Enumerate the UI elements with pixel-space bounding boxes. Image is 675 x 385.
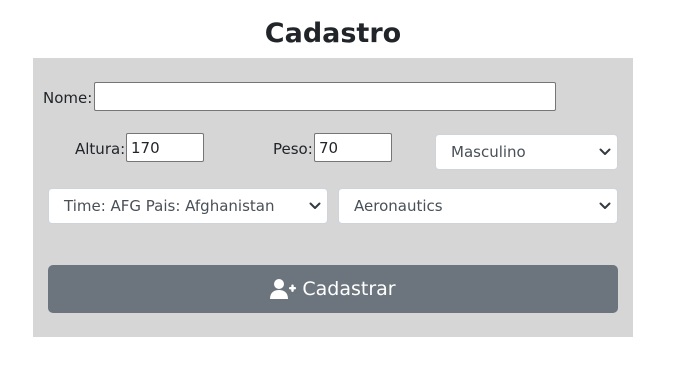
time-select-value: Time: AFG Pais: Afghanistan [64, 197, 275, 215]
nome-input[interactable] [94, 82, 556, 111]
esporte-select-value: Aeronautics [354, 197, 443, 215]
time-select[interactable]: Time: AFG Pais: Afghanistan [48, 188, 328, 224]
page: Cadastro Nome: Altura: Peso: Masculino T… [0, 0, 675, 385]
sexo-select-value: Masculino [451, 143, 526, 161]
sexo-select[interactable]: Masculino [435, 134, 618, 170]
user-plus-icon [270, 279, 297, 299]
altura-input[interactable] [126, 133, 204, 162]
peso-label: Peso: [273, 140, 313, 158]
registration-form: Nome: Altura: Peso: Masculino Time: AFG … [33, 58, 633, 337]
esporte-select[interactable]: Aeronautics [338, 188, 618, 224]
peso-input[interactable] [314, 133, 392, 162]
chevron-down-icon [599, 148, 611, 155]
cadastrar-button[interactable]: Cadastrar [48, 265, 618, 313]
chevron-down-icon [599, 202, 611, 209]
page-title: Cadastro [264, 18, 402, 49]
nome-label: Nome: [43, 89, 93, 107]
cadastrar-button-label: Cadastrar [302, 278, 396, 300]
altura-label: Altura: [75, 140, 126, 158]
chevron-down-icon [309, 202, 321, 209]
